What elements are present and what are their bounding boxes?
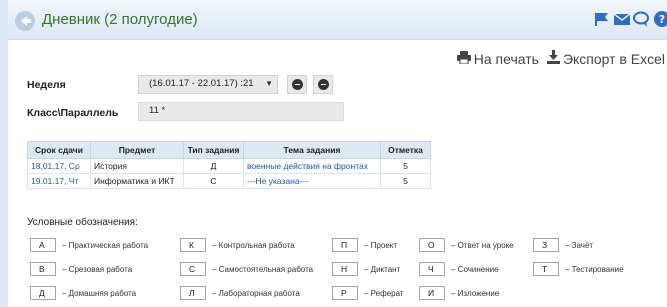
class-field[interactable]: 11 * (138, 102, 344, 121)
legend-text: – Лабораторная работа (212, 288, 300, 298)
class-label: Класс\Параллель (27, 107, 119, 119)
legend-code: В (30, 262, 56, 276)
table-row: 19.01.17, Чт Информатика и ИКТ С ---Не у… (27, 173, 431, 189)
legend-code: О (419, 238, 445, 252)
task-type-cell: С (183, 173, 244, 189)
legend-text: – Срезовая работа (62, 264, 133, 274)
legend-code: С (180, 262, 206, 276)
column-header: Отметка (380, 141, 431, 159)
minus-circle-icon (291, 79, 303, 90)
legend-item: Р – Реферат (332, 286, 404, 300)
prev-week-button[interactable] (287, 75, 307, 94)
legend-code: Л (180, 286, 206, 300)
legend-text: – Домашняя работа (62, 288, 137, 298)
print-button[interactable]: На печать (456, 50, 539, 67)
page-title: Дневник (2 полугодие) (42, 11, 198, 28)
help-icon[interactable]: ? (653, 10, 667, 28)
legend-code: З (533, 238, 559, 252)
grade-cell: 5 (380, 173, 431, 189)
legend-text: – Тестирование (565, 264, 624, 274)
chevron-down-icon: ▼ (265, 79, 273, 88)
legend-item: Ч – Сочинение (419, 262, 499, 276)
page-header: Дневник (2 полугодие) ? (8, 0, 667, 40)
due-date-link[interactable]: 18.01.17, Ср (27, 158, 91, 174)
legend-code: Ч (419, 262, 445, 276)
legend-code: П (332, 238, 358, 252)
legend-item: С – Самостоятельная работа (180, 262, 313, 276)
task-topic-link[interactable]: военные действия на фронтах (243, 158, 381, 174)
table-header-row: Срок сдачи Предмет Тип задания Тема зада… (27, 141, 431, 159)
column-header: Тип задания (183, 141, 244, 159)
legend-code: Н (332, 262, 358, 276)
task-topic-link[interactable]: ---Не указана--- (243, 173, 381, 189)
legend-text: – Изложение (451, 288, 500, 298)
legend-text: – Сочинение (451, 264, 499, 274)
print-label: На печать (473, 50, 539, 67)
chat-icon[interactable] (633, 10, 651, 28)
legend-item: О – Ответ на уроке (419, 238, 514, 252)
table-row: 18.01.17, Ср История Д военные действия … (27, 158, 431, 174)
legend-text: – Контрольная работа (212, 240, 295, 250)
flag-icon[interactable] (593, 10, 611, 28)
legend-item: В – Срезовая работа (30, 262, 132, 276)
legend-text: – Диктант (364, 264, 401, 274)
export-icon (546, 50, 560, 67)
subject-cell: Информатика и ИКТ (90, 173, 184, 189)
legend-item: Т – Тестирование (533, 262, 624, 276)
back-icon[interactable] (14, 10, 36, 32)
legend-code: А (30, 238, 56, 252)
legend-text: – Ответ на уроке (451, 240, 514, 250)
legend-code: И (419, 286, 445, 300)
legend-code: Р (332, 286, 358, 300)
printer-icon (456, 50, 471, 67)
due-date-link[interactable]: 19.01.17, Чт (27, 173, 91, 189)
toolbar-actions: На печать Экспорт в Excel (456, 50, 665, 67)
task-type-cell: Д (183, 158, 244, 174)
legend-item: А – Практическая работа (30, 238, 148, 252)
legend-code: Д (30, 286, 56, 300)
column-header: Срок сдачи (27, 141, 91, 159)
column-header: Предмет (90, 141, 184, 159)
next-week-button[interactable] (313, 75, 333, 94)
legend-text: – Самостоятельная работа (212, 264, 314, 274)
column-header: Тема задания (243, 141, 381, 159)
main-panel: Дневник (2 полугодие) ? На печать Экспор… (8, 0, 667, 307)
legend-item: И – Изложение (419, 286, 499, 300)
week-select[interactable]: (16.01.17 - 22.01.17) :21 ▼ (138, 75, 278, 94)
diary-table: Срок сдачи Предмет Тип задания Тема зада… (27, 141, 431, 189)
header-icons: ? (593, 10, 667, 28)
legend-item: Л – Лабораторная работа (180, 286, 300, 300)
legend-item: З – Зачёт (533, 238, 593, 252)
subject-cell: История (90, 158, 184, 174)
legend-text: – Зачёт (565, 240, 594, 250)
class-value: 11 * (149, 105, 166, 116)
legend-item: К – Контрольная работа (180, 238, 295, 252)
minus-circle-icon (317, 79, 329, 90)
grade-cell: 5 (380, 158, 431, 174)
legend-text: – Проект (364, 240, 398, 250)
legend-item: Д – Домашняя работа (30, 286, 136, 300)
legend-code: Т (533, 262, 559, 276)
export-excel-button[interactable]: Экспорт в Excel (546, 50, 665, 67)
mail-icon[interactable] (613, 10, 631, 28)
week-value: (16.01.17 - 22.01.17) :21 (149, 78, 254, 89)
legend-text: – Практическая работа (62, 240, 149, 250)
legend-code: К (180, 238, 206, 252)
week-label: Неделя (27, 79, 66, 91)
svg-text:?: ? (659, 13, 665, 26)
legend-item: П – Проект (332, 238, 397, 252)
legend-text: – Реферат (364, 288, 404, 298)
legend-title: Условные обозначения: (27, 217, 138, 228)
legend-item: Н – Диктант (332, 262, 400, 276)
export-label: Экспорт в Excel (562, 50, 665, 67)
